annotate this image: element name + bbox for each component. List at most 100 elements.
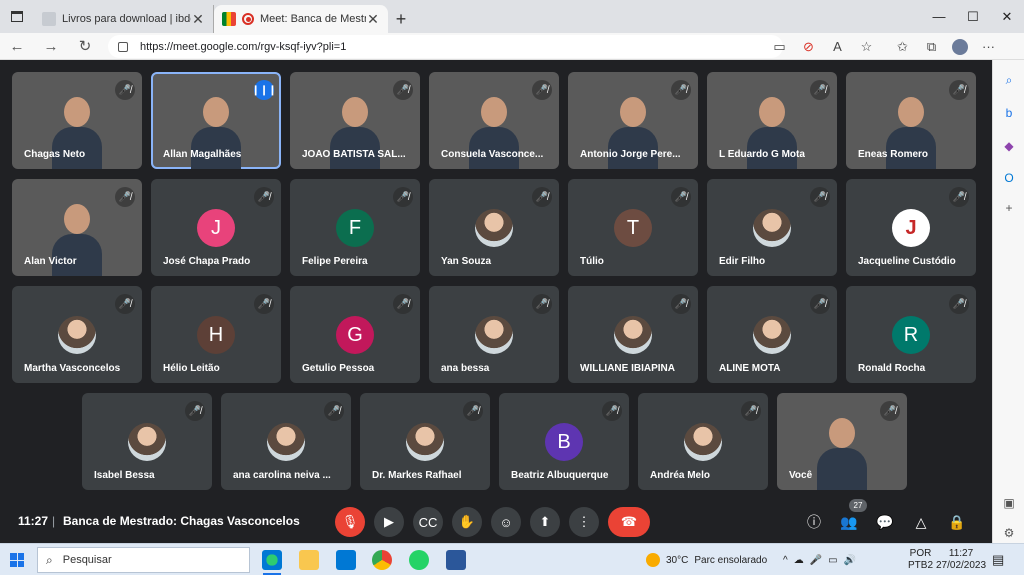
clock[interactable]: 11:27 27/02/2023 xyxy=(936,544,986,575)
start-icon[interactable] xyxy=(10,553,24,567)
activities-icon[interactable]: △ xyxy=(909,510,933,534)
participant-tile[interactable]: 🎤̸ Eneas Romero xyxy=(846,72,976,169)
bing-icon[interactable]: b xyxy=(1001,105,1017,121)
refresh-icon[interactable]: ↻ xyxy=(68,33,102,60)
notifications-icon[interactable]: ▤ xyxy=(992,544,1004,575)
participant-name: Alan Victor xyxy=(24,256,77,267)
participant-tile[interactable]: R 🎤̸ Ronald Rocha xyxy=(846,286,976,383)
participant-name: Dr. Markes Rafhael xyxy=(372,470,462,481)
read-aloud-icon[interactable]: A xyxy=(823,39,852,54)
taskbar-search-input[interactable]: ⌕ Pesquisar xyxy=(37,547,250,573)
chrome-icon[interactable] xyxy=(372,550,392,570)
sidebar-toggle-icon[interactable]: ▣ xyxy=(1001,495,1017,511)
participant-name: Eneas Romero xyxy=(858,149,929,160)
present-screen-button[interactable]: ⬆ xyxy=(530,507,560,537)
captions-button[interactable]: CC xyxy=(413,507,443,537)
recording-icon xyxy=(242,13,254,25)
back-icon[interactable]: ← xyxy=(0,33,34,60)
participant-tile[interactable]: 🎤̸ JOAO BATISTA SAL... xyxy=(290,72,420,169)
mic-toggle-button[interactable]: 🎙 xyxy=(335,507,365,537)
participant-tile[interactable]: 🎤̸ Chagas Neto xyxy=(12,72,142,169)
emoji-button[interactable]: ☺ xyxy=(491,507,521,537)
url-text: https://meet.google.com/rgv-ksqf-iyv?pli… xyxy=(140,40,347,53)
participant-tile[interactable]: 🎤̸ Antonio Jorge Pere... xyxy=(568,72,698,169)
participant-tile[interactable]: G 🎤̸ Getulio Pessoa xyxy=(290,286,420,383)
participant-tile[interactable]: J 🎤̸ José Chapa Prado xyxy=(151,179,281,276)
new-tab-icon[interactable]: + xyxy=(388,5,414,33)
participant-tile[interactable]: 🎤̸ Consuela Vasconce... xyxy=(429,72,559,169)
favorite-icon[interactable]: ☆ xyxy=(852,39,881,55)
tab-meet[interactable]: Meet: Banca de Mestrado: C ✕ xyxy=(214,5,388,33)
favorites-icon[interactable]: ✩ xyxy=(888,39,917,55)
participant-tile[interactable]: 🎤̸ ana carolina neiva ... xyxy=(221,393,351,490)
settings-icon[interactable]: ⚙ xyxy=(1001,525,1017,541)
mic-off-icon: 🎤̸ xyxy=(810,187,830,207)
meeting-clock: 11:27 xyxy=(18,514,49,528)
participant-tile[interactable]: 🎤̸ ALINE MOTA xyxy=(707,286,837,383)
meeting-title: Banca de Mestrado: Chagas Vasconcelos xyxy=(63,514,300,528)
chevron-up-icon[interactable]: ^ xyxy=(783,555,788,566)
camera-toggle-button[interactable]: ▶ xyxy=(374,507,404,537)
participant-tile[interactable]: 🎤̸ Alan Victor xyxy=(12,179,142,276)
collections-icon[interactable]: ⧉ xyxy=(917,39,946,55)
office-icon[interactable]: ◆ xyxy=(1001,138,1017,154)
participant-tile[interactable]: H 🎤̸ Hélio Leitão xyxy=(151,286,281,383)
participant-tile[interactable]: B 🎤̸ Beatriz Albuquerque xyxy=(499,393,629,490)
word-icon[interactable] xyxy=(446,550,466,570)
participant-tile[interactable]: F 🎤̸ Felipe Pereira xyxy=(290,179,420,276)
raise-hand-button[interactable]: ✋ xyxy=(452,507,482,537)
tab-actions-icon[interactable] xyxy=(0,0,34,33)
camera-icon[interactable]: ▭ xyxy=(765,39,794,55)
whatsapp-icon[interactable] xyxy=(409,550,429,570)
mic-off-icon: 🎤̸ xyxy=(949,80,969,100)
participant-tile[interactable]: J 🎤̸ Jacqueline Custódio xyxy=(846,179,976,276)
sun-icon xyxy=(646,553,660,567)
chat-icon[interactable]: 💬 xyxy=(873,510,897,534)
more-options-button[interactable]: ⋮ xyxy=(569,507,599,537)
participant-tile[interactable]: 🎤̸ ana bessa xyxy=(429,286,559,383)
file-explorer-icon[interactable] xyxy=(299,550,319,570)
leave-call-button[interactable]: ☎ xyxy=(608,507,650,537)
participant-tile[interactable]: T 🎤̸ Túlio xyxy=(568,179,698,276)
search-icon[interactable]: ⌕ xyxy=(1001,72,1017,88)
language-indicator[interactable]: POR PTB2 xyxy=(908,544,933,575)
forward-icon[interactable]: → xyxy=(34,33,68,60)
volume-icon[interactable]: 🔊 xyxy=(844,555,856,566)
close-tab-icon[interactable]: ✕ xyxy=(366,11,380,28)
info-icon[interactable]: ⓘ xyxy=(802,510,826,534)
minimize-icon[interactable]: — xyxy=(922,0,956,33)
battery-icon[interactable]: ▭ xyxy=(828,555,837,566)
maximize-icon[interactable]: ☐ xyxy=(956,0,990,33)
participant-tile[interactable]: 🎤̸ Edir Filho xyxy=(707,179,837,276)
participant-tile[interactable]: 🎤̸ Você xyxy=(777,393,907,490)
lock-icon[interactable] xyxy=(118,41,128,52)
more-options-icon[interactable]: ··· xyxy=(974,39,1003,54)
participant-name: Felipe Pereira xyxy=(302,256,368,267)
participant-tile[interactable]: ❙❙❙ Allan Magalhães xyxy=(151,72,281,169)
participant-tile[interactable]: 🎤̸ Isabel Bessa xyxy=(82,393,212,490)
people-icon[interactable]: 👥 xyxy=(837,510,861,534)
participant-name: Isabel Bessa xyxy=(94,470,155,481)
participant-tile[interactable]: 🎤̸ Martha Vasconcelos xyxy=(12,286,142,383)
participant-tile[interactable]: 🎤̸ Yan Souza xyxy=(429,179,559,276)
host-controls-icon[interactable]: 🔒 xyxy=(945,510,969,534)
participant-tile[interactable]: 🎤̸ Andréa Melo xyxy=(638,393,768,490)
browser-tab-strip: Livros para download | ibdcult ✕ Meet: B… xyxy=(0,0,1024,33)
mic-blocked-icon[interactable]: ⊘ xyxy=(794,39,823,55)
close-tab-icon[interactable]: ✕ xyxy=(191,11,205,28)
tab-ibdcult[interactable]: Livros para download | ibdcult ✕ xyxy=(34,5,214,33)
weather-widget[interactable]: 30°C Parc ensolarado xyxy=(646,553,767,567)
edge-app-icon[interactable] xyxy=(262,550,282,570)
participant-tile[interactable]: 🎤̸ WILLIANE IBIAPINA xyxy=(568,286,698,383)
store-icon[interactable] xyxy=(336,550,356,570)
weather-temp: 30°C xyxy=(666,554,689,566)
add-icon[interactable]: + xyxy=(1001,200,1017,216)
participant-tile[interactable]: 🎤̸ Dr. Markes Rafhael xyxy=(360,393,490,490)
profile-avatar[interactable] xyxy=(952,38,968,55)
cloud-icon[interactable]: ☁ xyxy=(794,555,804,566)
participant-tile[interactable]: 🎤̸ L Eduardo G Mota xyxy=(707,72,837,169)
outlook-icon[interactable]: O xyxy=(1001,170,1017,186)
url-field[interactable]: https://meet.google.com/rgv-ksqf-iyv?pli… xyxy=(108,35,783,58)
mic-icon[interactable]: 🎤 xyxy=(810,555,822,566)
close-window-icon[interactable]: ✕ xyxy=(990,0,1024,33)
